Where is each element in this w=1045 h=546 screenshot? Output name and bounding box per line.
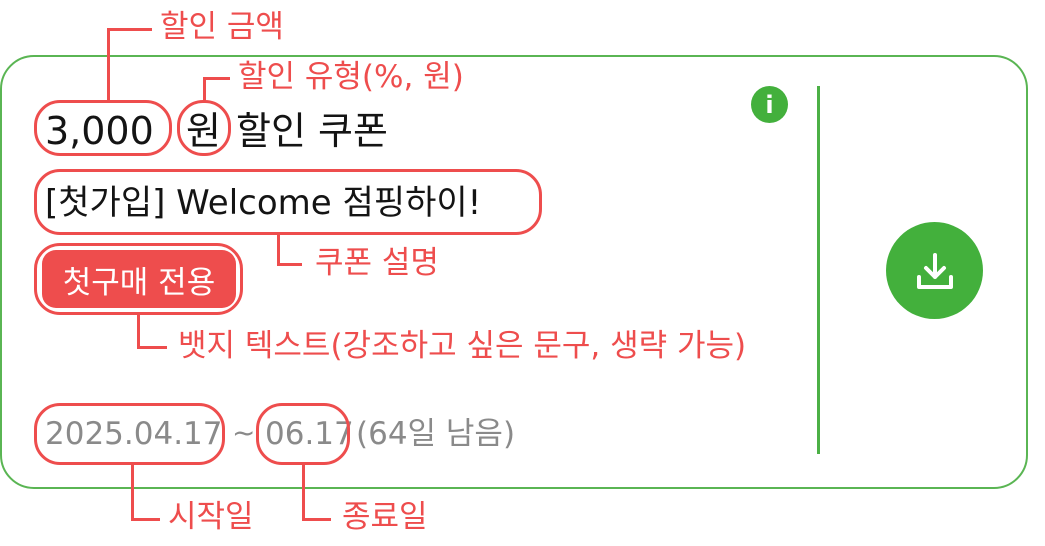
download-button[interactable]	[886, 222, 983, 319]
annotation-description: 쿠폰 설명	[315, 245, 439, 281]
amount-connector-h	[107, 28, 152, 31]
description-connector-h	[277, 263, 302, 266]
start-connector-h	[131, 518, 160, 521]
start-connector	[131, 463, 134, 520]
info-icon[interactable]: i	[751, 86, 788, 123]
annotation-start: 시작일	[168, 499, 254, 535]
date-separator: ~	[232, 416, 256, 449]
type-connector	[203, 77, 206, 102]
amount-connector	[107, 28, 110, 102]
badge-highlight	[34, 243, 243, 315]
badge-connector	[137, 313, 140, 348]
badge-connector-h	[137, 346, 167, 349]
type-connector-h	[203, 77, 230, 80]
amount-highlight	[34, 100, 172, 156]
remaining-days: (64일 남음)	[356, 416, 516, 452]
card-divider	[817, 86, 820, 454]
download-icon	[916, 252, 953, 289]
unit-highlight	[177, 100, 231, 156]
start-date-highlight	[34, 403, 225, 465]
coupon-title-suffix: 할인 쿠폰	[236, 109, 388, 153]
annotation-end: 종료일	[342, 499, 428, 535]
end-connector-h	[302, 518, 331, 521]
annotation-badge: 뱃지 텍스트(강조하고 싶은 문구, 생략 가능)	[178, 328, 747, 364]
annotation-amount: 할인 금액	[160, 9, 284, 45]
end-date-highlight	[256, 403, 350, 465]
description-connector	[277, 233, 280, 265]
end-connector	[302, 463, 305, 520]
annotation-type: 할인 유형(%, 원)	[238, 59, 464, 95]
description-highlight	[34, 169, 542, 235]
